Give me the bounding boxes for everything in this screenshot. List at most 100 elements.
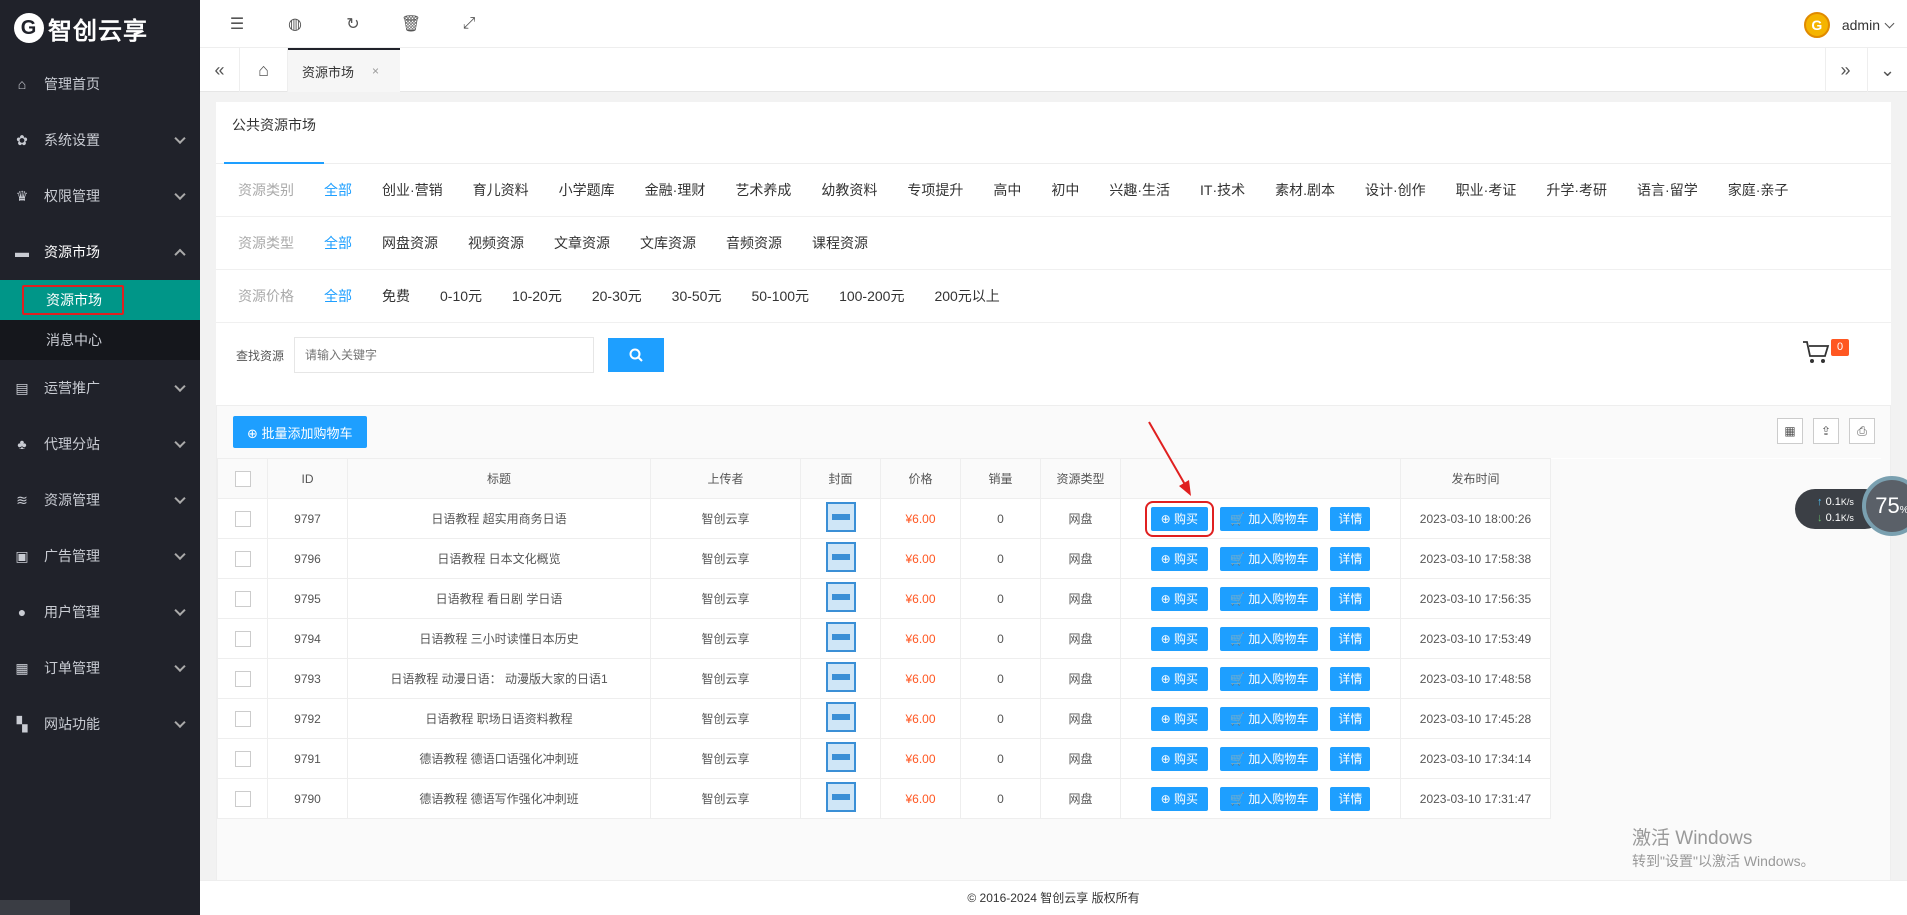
sidebar-item-5[interactable]: ♣ 代理分站 (0, 416, 200, 472)
buy-button[interactable]: ⊕ 购买 (1150, 666, 1209, 691)
tabs-scroll-right-icon[interactable]: » (1825, 48, 1865, 92)
detail-button[interactable]: 详情 (1330, 546, 1371, 571)
refresh-icon[interactable]: ↻ (324, 0, 382, 48)
row-checkbox[interactable] (234, 550, 251, 567)
add-to-cart-button[interactable]: 🛒 加入购物车 (1220, 786, 1319, 811)
filter-option[interactable]: 升学·考研 (1546, 180, 1607, 200)
detail-button[interactable]: 详情 (1330, 786, 1371, 811)
detail-button[interactable]: 详情 (1330, 506, 1371, 531)
add-to-cart-button[interactable]: 🛒 加入购物车 (1220, 546, 1319, 571)
filter-option[interactable]: 设计·创作 (1365, 180, 1426, 200)
filter-option[interactable]: 素材.剧本 (1275, 180, 1335, 200)
cover-thumbnail[interactable] (825, 582, 856, 612)
buy-button[interactable]: ⊕ 购买 (1150, 546, 1209, 571)
cover-thumbnail[interactable] (825, 502, 856, 532)
row-checkbox[interactable] (234, 790, 251, 807)
detail-button[interactable]: 详情 (1330, 666, 1371, 691)
filter-option[interactable]: 文库资源 (640, 233, 696, 253)
column-header[interactable]: ID (267, 458, 348, 499)
detail-button[interactable]: 详情 (1330, 626, 1371, 651)
tab-resource-market[interactable]: 资源市场 × (288, 48, 400, 92)
select-all-checkbox[interactable] (234, 470, 251, 487)
buy-button[interactable]: ⊕ 购买 (1150, 626, 1209, 651)
sidebar-item-7[interactable]: ▣ 广告管理 (0, 528, 200, 584)
filter-option[interactable]: 音频资源 (726, 233, 782, 253)
buy-button[interactable]: ⊕ 购买 (1144, 500, 1215, 537)
add-to-cart-button[interactable]: 🛒 加入购物车 (1220, 706, 1319, 731)
sidebar-item-6[interactable]: ≋ 资源管理 (0, 472, 200, 528)
sidebar-item-1[interactable]: ✿ 系统设置 (0, 112, 200, 168)
filter-option[interactable]: 100-200元 (839, 286, 904, 306)
cover-thumbnail[interactable] (825, 622, 856, 652)
cover-thumbnail[interactable] (825, 742, 856, 772)
sidebar-item-2[interactable]: ♛ 权限管理 (0, 168, 200, 224)
column-header[interactable]: 标题 (347, 458, 651, 499)
row-checkbox[interactable] (234, 670, 251, 687)
column-header[interactable]: 价格 (880, 458, 961, 499)
column-header[interactable]: 上传者 (650, 458, 801, 499)
cover-thumbnail[interactable] (825, 542, 856, 572)
filter-option[interactable]: 语言·留学 (1637, 180, 1698, 200)
search-button[interactable] (608, 338, 665, 372)
trash-icon[interactable]: 🗑 (382, 0, 440, 48)
filter-option[interactable]: 家庭·亲子 (1728, 180, 1789, 200)
filter-option[interactable]: 视频资源 (468, 233, 524, 253)
filter-option[interactable]: 免费 (382, 286, 410, 306)
filter-option[interactable]: 专项提升 (907, 180, 963, 200)
filter-option[interactable]: 200元以上 (934, 286, 999, 306)
filter-option[interactable]: 高中 (993, 180, 1021, 200)
sidebar-item-9[interactable]: ▦ 订单管理 (0, 640, 200, 696)
filter-option[interactable]: 网盘资源 (382, 233, 438, 253)
cover-thumbnail[interactable] (825, 782, 856, 812)
fullscreen-icon[interactable]: ⤢ (440, 0, 498, 48)
filter-option[interactable]: 幼教资料 (821, 180, 877, 200)
globe-icon[interactable]: ◍ (266, 0, 324, 48)
card-title-tab[interactable]: 公共资源市场 (224, 102, 324, 164)
filter-option[interactable]: 文章资源 (554, 233, 610, 253)
row-checkbox[interactable] (234, 630, 251, 647)
menu-fold-icon[interactable]: ☰ (208, 0, 266, 48)
buy-button[interactable]: ⊕ 购买 (1150, 586, 1209, 611)
filter-option[interactable]: 0-10元 (440, 286, 482, 306)
close-icon[interactable]: × (372, 64, 379, 78)
tabs-menu-chevron-icon[interactable]: ⌄ (1867, 48, 1907, 92)
filter-option[interactable]: 全部 (324, 286, 352, 306)
detail-button[interactable]: 详情 (1330, 746, 1371, 771)
filter-option[interactable]: 兴趣·生活 (1109, 180, 1170, 200)
search-input[interactable] (294, 337, 595, 373)
column-header[interactable]: 资源类型 (1040, 458, 1121, 499)
filter-option[interactable]: 全部 (324, 233, 352, 253)
detail-button[interactable]: 详情 (1330, 706, 1371, 731)
batch-add-cart-button[interactable]: ⊕ 批量添加购物车 (233, 416, 367, 448)
row-checkbox[interactable] (234, 750, 251, 767)
filter-option[interactable]: 30-50元 (672, 286, 722, 306)
sidebar-item-10[interactable]: ▚ 网站功能 (0, 696, 200, 752)
user-menu[interactable]: Gadmin (1803, 12, 1895, 38)
sidebar-item-0[interactable]: ⌂ 管理首页 (0, 56, 200, 112)
add-to-cart-button[interactable]: 🛒 加入购物车 (1220, 666, 1319, 691)
filter-option[interactable]: 小学题库 (559, 180, 615, 200)
sidebar-item-8[interactable]: ● 用户管理 (0, 584, 200, 640)
cover-thumbnail[interactable] (825, 662, 856, 692)
home-tab-icon[interactable]: ⌂ (240, 48, 288, 92)
filter-option[interactable]: 育儿资料 (473, 180, 529, 200)
add-to-cart-button[interactable]: 🛒 加入购物车 (1220, 586, 1319, 611)
add-to-cart-button[interactable]: 🛒 加入购物车 (1220, 626, 1319, 651)
add-to-cart-button[interactable]: 🛒 加入购物车 (1220, 746, 1319, 771)
columns-filter-icon[interactable]: ▦ (1777, 418, 1803, 444)
column-header[interactable]: 发布时间 (1400, 458, 1551, 499)
detail-button[interactable]: 详情 (1330, 586, 1371, 611)
buy-button[interactable]: ⊕ 购买 (1150, 786, 1209, 811)
filter-option[interactable]: 全部 (324, 180, 352, 200)
row-checkbox[interactable] (234, 590, 251, 607)
sidebar-item-4[interactable]: ▤ 运营推广 (0, 360, 200, 416)
buy-button[interactable]: ⊕ 购买 (1150, 746, 1209, 771)
export-icon[interactable]: ⇪ (1813, 418, 1839, 444)
column-header[interactable]: 销量 (960, 458, 1041, 499)
sidebar-subitem-0[interactable]: 资源市场 (0, 280, 200, 320)
filter-option[interactable]: 艺术养成 (735, 180, 791, 200)
tabs-scroll-left-icon[interactable]: « (200, 48, 240, 92)
filter-option[interactable]: 10-20元 (512, 286, 562, 306)
add-to-cart-button[interactable]: 🛒 加入购物车 (1220, 506, 1319, 531)
print-icon[interactable]: ⎙ (1849, 418, 1875, 444)
